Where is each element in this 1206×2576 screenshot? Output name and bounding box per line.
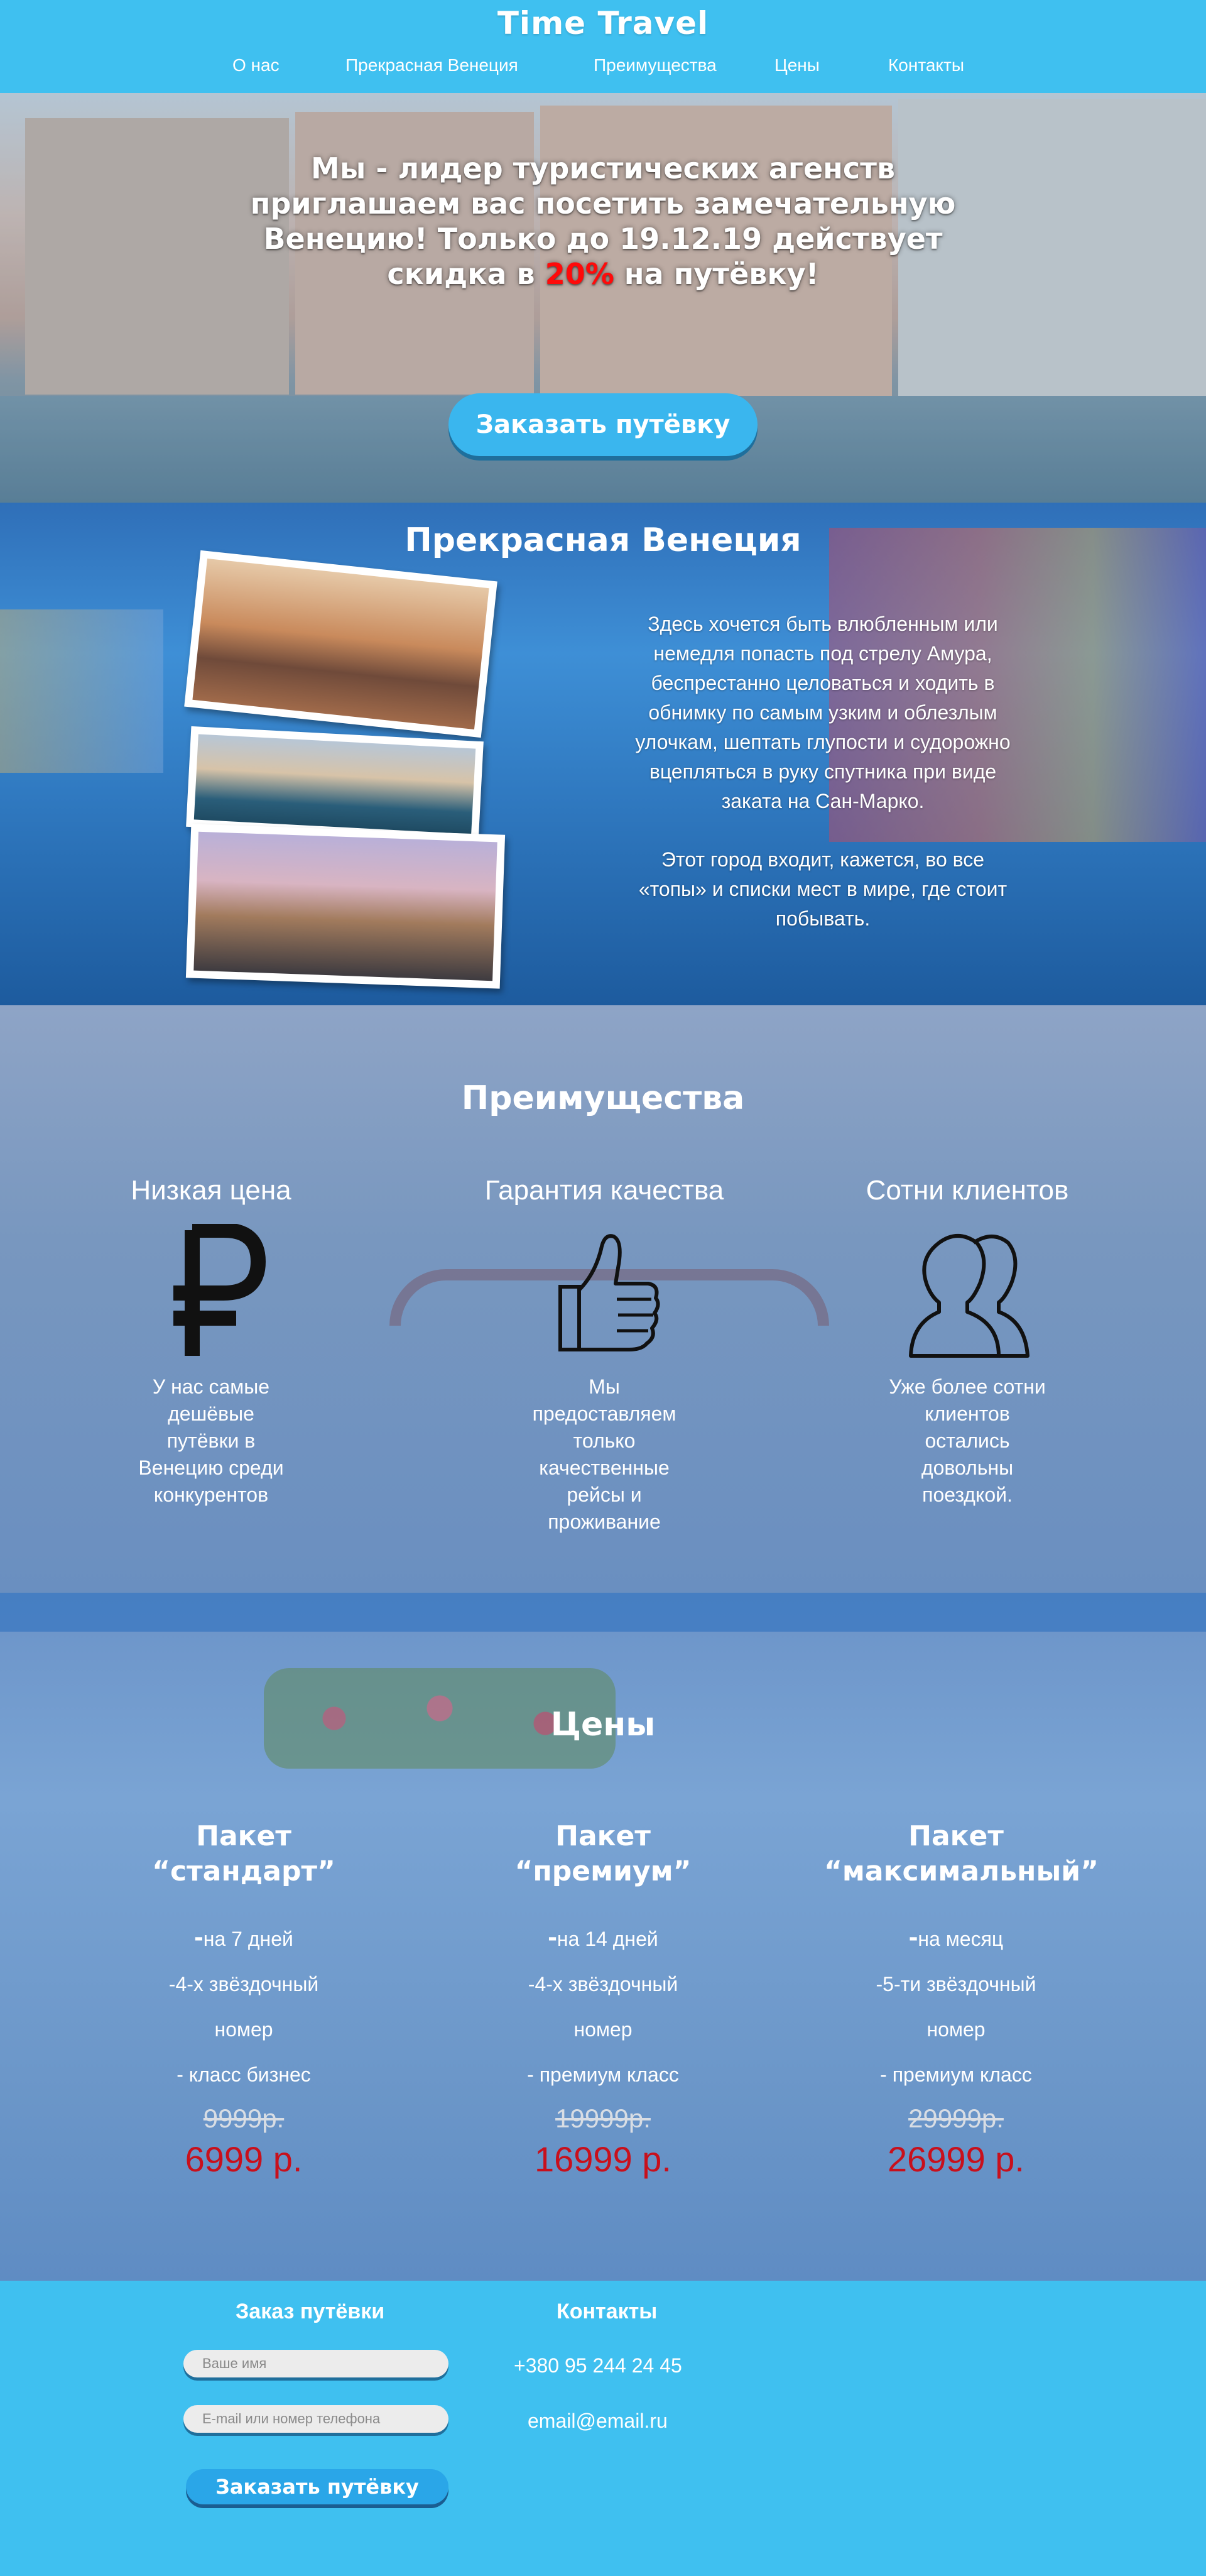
package-new-price: 26999 р. [888,2139,1024,2179]
users-icon [905,1224,1030,1362]
package-feature: -4-х звёздочный [528,1973,678,1995]
venice-title: Прекрасная Венеция [405,521,801,559]
package-premium: Пакет “премиум” -на 14 дней -4-х звёздочн… [471,1819,735,2180]
site-header: Time Travel О нас Прекрасная Венеция Пре… [0,0,1206,93]
package-feature: -на месяц [908,1921,1004,1952]
package-feature: - премиум класс [880,2063,1032,2086]
package-old-price: 9999р. [203,2104,285,2133]
prices-top-band [0,1593,1206,1632]
venice-paragraph-1: Здесь хочется быть влюбленным или немедл… [635,613,1011,812]
package-old-price: 19999р. [555,2104,651,2133]
venice-paragraph-2: Этот город входит, кажется, во все «топы… [638,848,1008,930]
package-feature: - класс бизнес [177,2063,311,2086]
advantages-section: Преимущества Низкая цена У нас самые деш… [0,1005,1206,1593]
advantage-description: Мы предоставляем только качественные рей… [532,1375,676,1533]
advantage-title: Гарантия качества [484,1175,724,1206]
ruble-icon [148,1223,274,1362]
advantage-low-price: Низкая цена У нас самые дешёвые путёвки … [54,1175,368,1509]
venice-section: Прекрасная Венеция Здесь хочется быть вл… [0,503,1206,1005]
nav-prices[interactable]: Цены [774,55,820,75]
nav-advantages[interactable]: Преимущества [594,55,717,75]
contacts-title: Контакты [557,2300,658,2323]
contact-phone[interactable]: +380 95 244 24 45 [514,2354,682,2377]
contact-input[interactable] [183,2405,448,2433]
contact-email[interactable]: email@email.ru [528,2410,668,2433]
package-feature: -на 7 дней [194,1921,293,1952]
logo[interactable]: Time Travel [0,0,1206,41]
discount-value: 20% [545,257,614,291]
package-new-price: 16999 р. [535,2139,671,2179]
advantage-description: Уже более сотни клиентов остались доволь… [889,1375,1046,1506]
venice-photo-gondolas [186,726,484,843]
package-feature: номер [573,2018,633,2041]
prices-section: Цены Пакет “стандарт” -на 7 дней -4-х звё… [0,1593,1206,2281]
package-maximum: Пакет “максимальный” -на месяц -5-ти звёз… [824,1819,1099,2180]
advantage-description: У нас самые дешёвые путёвки в Венецию ср… [138,1375,284,1506]
advantage-clients: Сотни клиентов Уже более сотни клиентов … [810,1175,1124,1509]
order-section: Заказ путёвки Заказать путёвку Контакты … [0,2281,1206,2576]
name-input[interactable] [183,2350,448,2377]
prices-title: Цены [550,1706,656,1744]
package-feature: -4-х звёздочный [168,1973,319,1995]
main-nav: О нас Прекрасная Венеция Преимущества Це… [0,55,1206,80]
package-old-price: 29999р. [908,2104,1004,2133]
advantage-quality: Гарантия качества Мы предоставляем тольк… [447,1175,761,1536]
order-tour-button[interactable]: Заказать путёвку [448,393,758,456]
package-name: Пакет “максимальный” [824,1820,1099,1887]
advantage-title: Сотни клиентов [866,1175,1069,1206]
package-name: Пакет “премиум” [514,1820,692,1887]
nav-contacts[interactable]: Контакты [888,55,964,75]
nav-about[interactable]: О нас [232,55,280,75]
venice-photo-rialto-bridge [185,824,506,989]
venice-background-building [0,609,163,773]
package-name: Пакет “стандарт” [152,1820,335,1887]
venice-photo-grand-canal [184,550,497,738]
package-new-price: 6999 р. [185,2139,303,2179]
advantages-title: Преимущества [461,1079,745,1117]
venice-description: Здесь хочется быть влюбленным или немедл… [628,609,1018,934]
hero-headline: Мы - лидер туристических агенств приглаш… [250,151,956,291]
package-standard: Пакет “стандарт” -на 7 дней -4-х звёздочн… [112,1819,376,2180]
package-feature: номер [926,2018,986,2041]
nav-venice[interactable]: Прекрасная Венеция [345,55,518,75]
package-features: -на 14 дней -4-х звёздочный номер - прем… [471,1914,735,2097]
package-features: -на 7 дней -4-х звёздочный номер - класс… [112,1914,376,2097]
package-feature: - премиум класс [527,2063,679,2086]
advantage-title: Низкая цена [131,1175,291,1206]
thumbs-up-icon [541,1224,667,1362]
package-features: -на месяц -5-ти звёздочный номер - преми… [824,1914,1088,2097]
package-feature: -5-ти звёздочный [876,1973,1036,1995]
order-form-title: Заказ путёвки [236,2300,385,2323]
hero-section: Мы - лидер туристических агенств приглаш… [0,93,1206,503]
submit-order-button[interactable]: Заказать путёвку [186,2469,448,2504]
package-feature: -на 14 дней [548,1921,658,1952]
package-feature: номер [214,2018,273,2041]
